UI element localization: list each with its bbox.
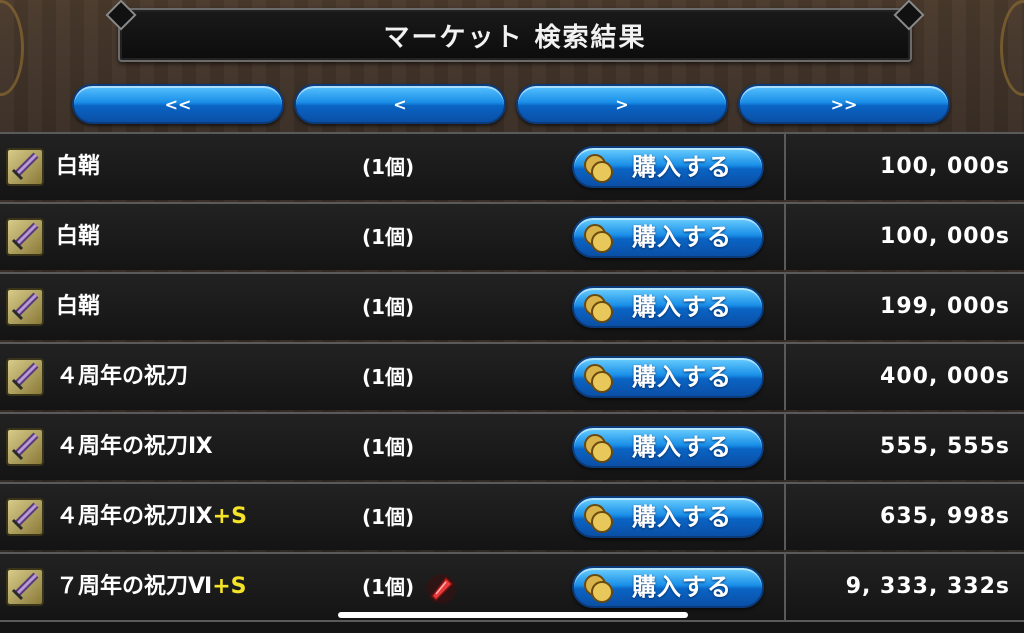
item-price: 100, 000s [880, 154, 1010, 179]
column-divider [784, 554, 786, 620]
item-quantity: (1個) [362, 505, 415, 529]
list-item: ７周年の祝刀Ⅵ+S (1個) 購入する 9, 333, 332s [0, 552, 1024, 620]
item-quantity: (1個) [362, 155, 415, 179]
list-item: ４周年の祝刀 (1個) 購入する 400, 000s [0, 342, 1024, 410]
item-price: 400, 000s [880, 364, 1010, 389]
buy-button-label: 購入する [632, 223, 732, 251]
coin-icon [584, 574, 613, 603]
buy-button-label: 購入する [632, 363, 732, 391]
buy-button[interactable]: 購入する [572, 146, 764, 188]
sword-icon [6, 218, 44, 256]
buy-button-label: 購入する [632, 503, 732, 531]
buy-button[interactable]: 購入する [572, 216, 764, 258]
buy-button-label: 購入する [632, 573, 732, 601]
item-name: ７周年の祝刀Ⅵ+S [56, 574, 247, 599]
sword-icon [6, 428, 44, 466]
buy-button-label: 購入する [632, 153, 732, 181]
item-quantity: (1個) [362, 225, 415, 249]
result-list: 白鞘 (1個) 購入する 100, 000s 白鞘 (1個) 購入する 100,… [0, 132, 1024, 620]
buy-button[interactable]: 購入する [572, 426, 764, 468]
item-price: 199, 000s [880, 294, 1010, 319]
red-gem-icon [426, 574, 456, 604]
pagination-bar: << < > >> [72, 84, 950, 124]
coin-icon [584, 434, 613, 463]
list-bottom-edge [0, 620, 1024, 633]
first-page-button[interactable]: << [72, 84, 284, 124]
list-item: 白鞘 (1個) 購入する 100, 000s [0, 202, 1024, 270]
next-page-button[interactable]: > [516, 84, 728, 124]
sword-icon [6, 358, 44, 396]
item-name: 白鞘 [56, 224, 101, 249]
item-name: ４周年の祝刀Ⅸ+S [56, 504, 247, 529]
last-page-button[interactable]: >> [738, 84, 950, 124]
item-name: ４周年の祝刀Ⅸ [56, 434, 213, 459]
item-name: 白鞘 [56, 154, 101, 179]
column-divider [784, 134, 786, 200]
item-price: 100, 000s [880, 224, 1010, 249]
item-name: 白鞘 [56, 294, 101, 319]
item-quantity: (1個) [362, 435, 415, 459]
buy-button-label: 購入する [632, 293, 732, 321]
column-divider [784, 484, 786, 550]
item-name: ４周年の祝刀 [56, 364, 189, 389]
home-indicator[interactable] [338, 612, 688, 618]
title-bar: マーケット 検索結果 [118, 8, 912, 62]
buy-button-label: 購入する [632, 433, 732, 461]
prev-page-button[interactable]: < [294, 84, 506, 124]
buy-button[interactable]: 購入する [572, 566, 764, 608]
column-divider [784, 274, 786, 340]
buy-button[interactable]: 購入する [572, 356, 764, 398]
sword-icon [6, 148, 44, 186]
coin-icon [584, 364, 613, 393]
buy-button[interactable]: 購入する [572, 286, 764, 328]
list-item: 白鞘 (1個) 購入する 100, 000s [0, 132, 1024, 200]
sword-icon [6, 568, 44, 606]
coin-icon [584, 154, 613, 183]
coin-icon [584, 224, 613, 253]
column-divider [784, 414, 786, 480]
column-divider [784, 204, 786, 270]
list-item: ４周年の祝刀Ⅸ+S (1個) 購入する 635, 998s [0, 482, 1024, 550]
list-item: ４周年の祝刀Ⅸ (1個) 購入する 555, 555s [0, 412, 1024, 480]
item-quantity: (1個) [362, 575, 415, 599]
item-price: 555, 555s [880, 434, 1010, 459]
coin-icon [584, 294, 613, 323]
page-title: マーケット 検索結果 [383, 22, 647, 53]
sword-icon [6, 288, 44, 326]
item-price: 9, 333, 332s [845, 574, 1010, 599]
item-quantity: (1個) [362, 365, 415, 389]
buy-button[interactable]: 購入する [572, 496, 764, 538]
item-price: 635, 998s [880, 504, 1010, 529]
list-item: 白鞘 (1個) 購入する 199, 000s [0, 272, 1024, 340]
sword-icon [6, 498, 44, 536]
item-quantity: (1個) [362, 295, 415, 319]
column-divider [784, 344, 786, 410]
coin-icon [584, 504, 613, 533]
